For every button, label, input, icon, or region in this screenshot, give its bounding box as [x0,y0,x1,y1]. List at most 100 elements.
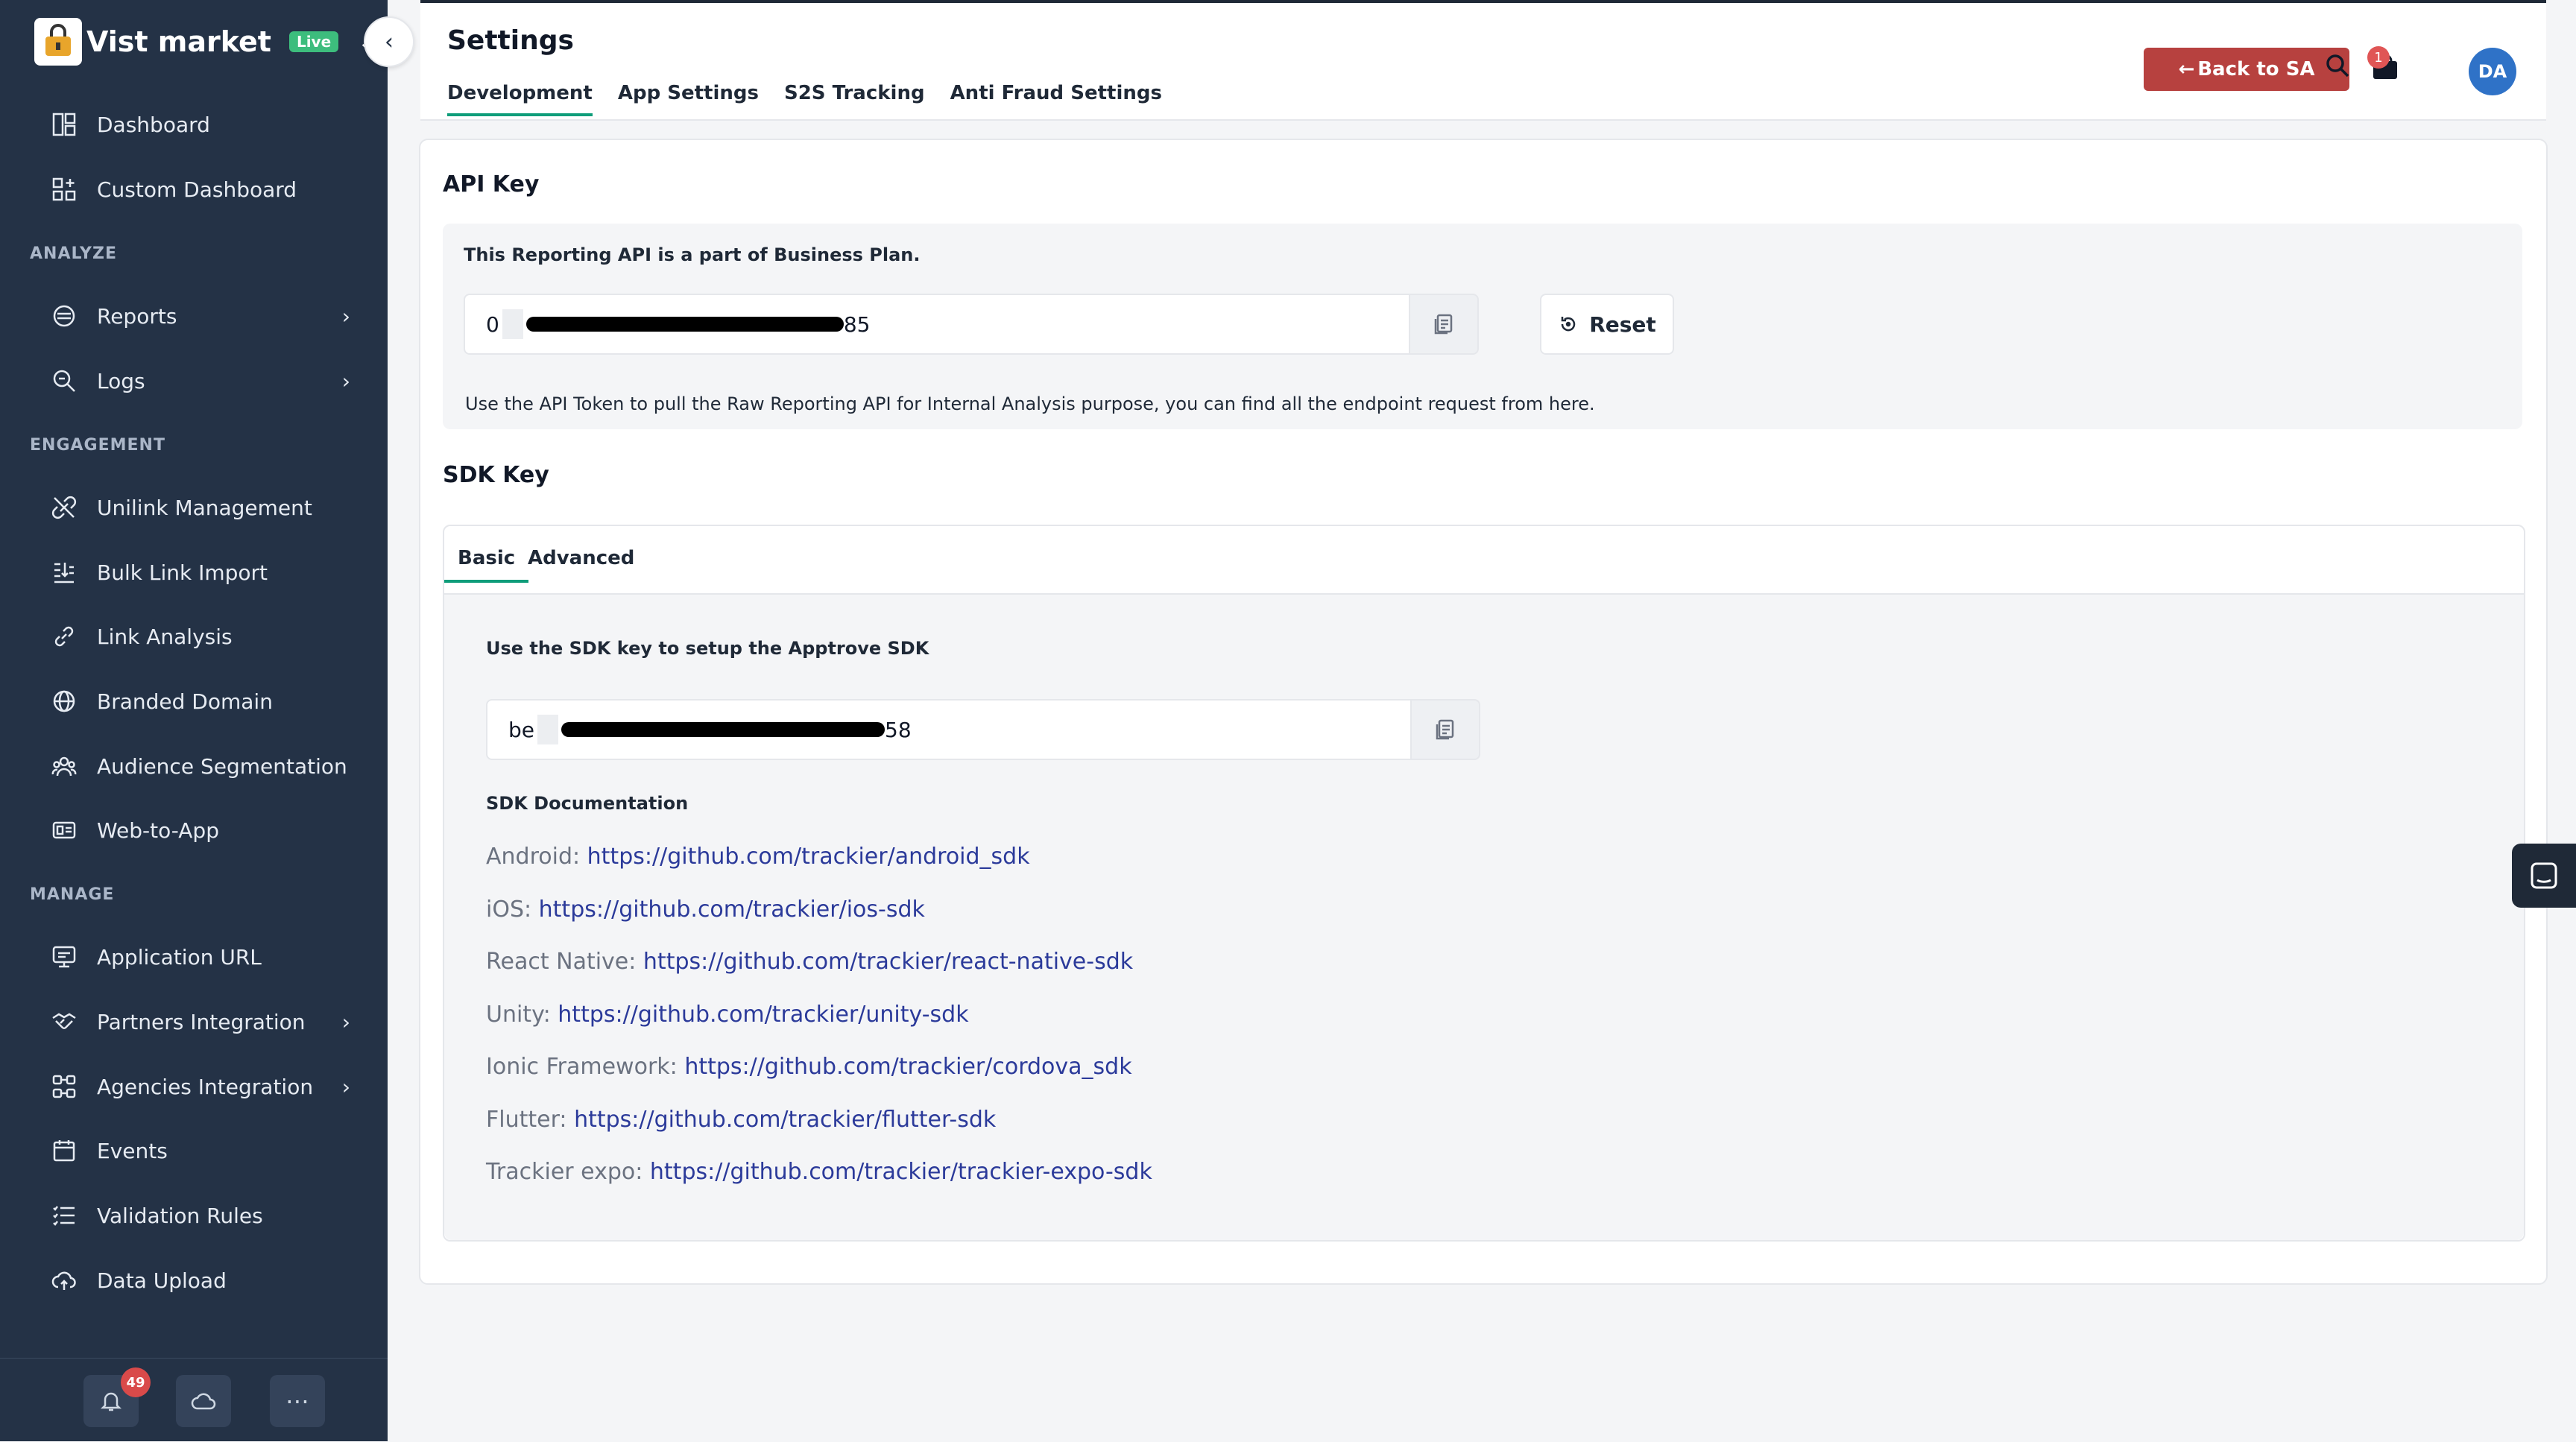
redaction-bar [525,317,844,332]
web-to-app-icon [49,815,79,845]
sidebar-item-unilink-management[interactable]: Unilink Management [49,487,347,528]
development-settings-card: API Key This Reporting API is a part of … [419,139,2548,1285]
collapse-sidebar-button[interactable]: ‹ [364,16,414,67]
doc-link-android[interactable]: https://github.com/trackier/android_sdk [587,844,1030,870]
chat-widget-button[interactable] [2512,844,2576,908]
api-key-redacted [502,309,523,339]
sdk-docs-title: SDK Documentation [486,793,689,814]
doc-link-ios[interactable]: https://github.com/trackier/ios-sdk [539,896,925,923]
sidebar-item-agencies-integration[interactable]: Agencies Integration › [49,1066,350,1107]
sidebar-footer: 49 ⋯ [0,1358,388,1442]
calendar-icon [49,1136,79,1166]
cart-count-badge: 1 [2367,46,2390,69]
copy-sdk-key-button[interactable] [1410,699,1480,760]
doc-link-flutter[interactable]: https://github.com/trackier/flutter-sdk [574,1107,996,1133]
brand-name: Vist market [86,25,271,58]
doc-line-trackier-expo: Trackier expo: https://github.com/tracki… [486,1159,1152,1185]
sidebar-item-branded-domain[interactable]: Branded Domain [49,680,347,722]
copy-icon [1434,314,1453,335]
sidebar-item-link-analysis[interactable]: Link Analysis [49,616,347,657]
sdk-instruction: Use the SDK key to setup the Apptrove SD… [486,638,929,659]
sidebar-item-label: Custom Dashboard [97,177,297,202]
logs-icon [49,366,79,396]
copy-api-key-button[interactable] [1409,294,1479,355]
sidebar-item-validation-rules[interactable]: Validation Rules [49,1195,347,1236]
sidebar: Vist market Live ⌄ Dashboard Custom Dash… [0,0,388,1441]
sidebar-item-label: Validation Rules [97,1203,263,1228]
chevron-right-icon: › [341,303,350,329]
sdk-key-redacted [537,715,558,744]
sidebar-item-label: Unilink Management [97,495,312,520]
sidebar-item-dashboard[interactable]: Dashboard [49,104,347,145]
sidebar-item-data-upload[interactable]: Data Upload [49,1259,347,1301]
tab-advanced[interactable]: Advanced [514,547,648,580]
list-icon [49,1201,79,1230]
doc-link-unity[interactable]: https://github.com/trackier/unity-sdk [558,1002,968,1028]
cloud-sync-button[interactable] [176,1375,231,1427]
sidebar-item-label: Application URL [97,944,262,970]
sidebar-item-audience-segmentation[interactable]: Audience Segmentation [49,745,347,787]
sdk-key-prefix: be [508,717,534,742]
doc-platform: React Native [486,949,629,975]
sidebar-item-logs[interactable]: Logs › [49,360,350,402]
audience-icon [49,751,79,781]
sidebar-item-events[interactable]: Events [49,1130,347,1171]
handshake-icon [49,1007,79,1037]
sdk-key-field[interactable]: be 58 [486,699,1419,760]
notifications-button[interactable]: 49 [83,1367,151,1427]
copy-icon [1436,719,1454,740]
sidebar-item-label: Agencies Integration [97,1074,314,1099]
section-label-analyze: ANALYZE [30,244,117,263]
sidebar-item-label: Partners Integration [97,1009,306,1034]
api-key-field[interactable]: 0 85 [464,294,1418,355]
sdk-basic-panel: Use the SDK key to setup the Apptrove SD… [444,595,2524,1240]
arrow-left-icon: ← [2178,58,2195,80]
sidebar-item-custom-dashboard[interactable]: Custom Dashboard [49,168,347,210]
more-options-button[interactable]: ⋯ [270,1375,325,1427]
sidebar-item-partners-integration[interactable]: Partners Integration › [49,1001,350,1043]
back-to-sa-button[interactable]: ← Back to SA [2144,48,2349,91]
tab-s2s-tracking[interactable]: S2S Tracking [784,82,925,116]
cloud-icon [191,1393,216,1410]
doc-platform: Trackier expo [486,1159,636,1185]
theme-toggle[interactable] [2428,52,2454,86]
api-key-prefix: 0 [486,312,499,337]
sidebar-item-web-to-app[interactable]: Web-to-App [49,809,347,851]
tab-anti-fraud-settings[interactable]: Anti Fraud Settings [950,82,1162,116]
doc-link-ionic[interactable]: https://github.com/trackier/cordova_sdk [684,1054,1131,1080]
back-button-label: Back to SA [2197,58,2315,80]
settings-tabs: Development App Settings S2S Tracking An… [447,82,1187,116]
api-plan-note: This Reporting API is a part of Business… [464,244,921,265]
doc-line-ionic: Ionic Framework: https://github.com/trac… [486,1054,1132,1080]
sidebar-item-label: Events [97,1138,168,1163]
sidebar-item-application-url[interactable]: Application URL [49,936,347,978]
sidebar-item-label: Bulk Link Import [97,560,268,585]
api-key-suffix: 85 [843,312,871,337]
tab-app-settings[interactable]: App Settings [618,82,759,116]
dashboard-icon [49,110,79,139]
api-key-panel: This Reporting API is a part of Business… [443,224,2522,429]
api-key-title: API Key [443,171,540,197]
application-url-icon [49,942,79,972]
link-icon [49,622,79,651]
sidebar-item-label: Reports [97,303,177,329]
sidebar-item-label: Link Analysis [97,624,233,649]
live-badge: Live [288,31,339,52]
sidebar-item-label: Data Upload [97,1268,227,1293]
avatar[interactable]: DA [2469,48,2516,95]
sidebar-item-bulk-link-import[interactable]: Bulk Link Import [49,551,347,593]
doc-platform: Ionic Framework [486,1054,670,1080]
search-button[interactable] [2324,52,2351,86]
sidebar-item-reports[interactable]: Reports › [49,295,350,337]
brand-switcher[interactable]: Vist market Live ⌄ [34,16,376,67]
sdk-key-box: Basic Advanced Use the SDK key to setup … [443,525,2525,1242]
chevron-right-icon: › [341,1009,350,1034]
doc-platform: iOS [486,896,524,923]
chevron-right-icon: › [341,368,350,393]
doc-platform: Flutter [486,1107,560,1133]
doc-link-trackier-expo[interactable]: https://github.com/trackier/trackier-exp… [650,1159,1152,1185]
globe-icon [49,686,79,716]
tab-development[interactable]: Development [447,82,593,116]
doc-link-react-native[interactable]: https://github.com/trackier/react-native… [643,949,1133,975]
reset-api-key-button[interactable]: Reset [1540,294,1674,355]
